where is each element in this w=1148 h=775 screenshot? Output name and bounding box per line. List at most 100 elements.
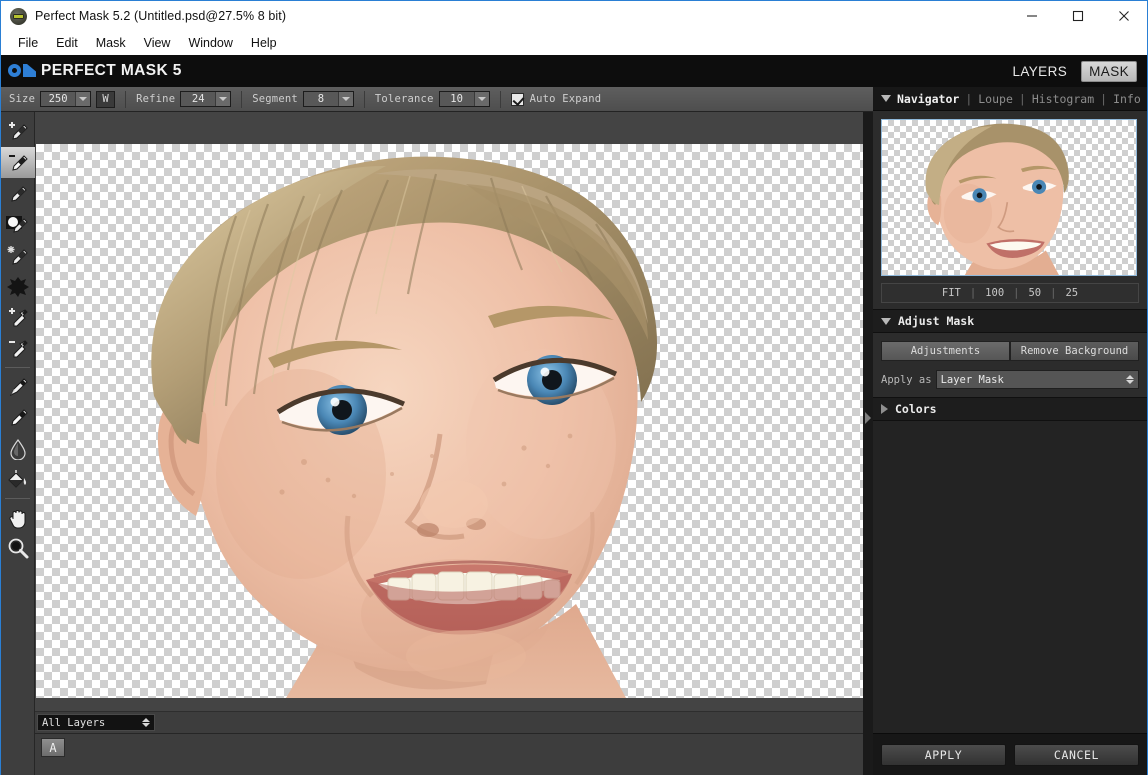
status-bar: A bbox=[35, 734, 870, 775]
canvas-layer-bar: All Layers bbox=[35, 712, 870, 734]
paintbrush-tool-icon[interactable] bbox=[1, 402, 35, 433]
divider: | bbox=[1018, 91, 1026, 106]
tab-histogram[interactable]: Histogram bbox=[1032, 92, 1094, 106]
brush-plus-tool-icon[interactable] bbox=[1, 116, 35, 147]
chevron-down-icon[interactable] bbox=[881, 95, 891, 102]
segment-input[interactable]: 8 bbox=[302, 91, 354, 107]
cancel-button[interactable]: CANCEL bbox=[1014, 743, 1139, 766]
segment-control: Segment 8 bbox=[252, 91, 354, 107]
window-title: Perfect Mask 5.2 (Untitled.psd@27.5% 8 b… bbox=[35, 9, 287, 23]
pen-tool-icon[interactable] bbox=[1, 371, 35, 402]
blur-drop-tool-icon[interactable] bbox=[1, 433, 35, 464]
zoom-50[interactable]: 50 bbox=[1028, 287, 1041, 299]
tab-loupe[interactable]: Loupe bbox=[978, 92, 1013, 106]
adjust-mask-title: Adjust Mask bbox=[898, 314, 975, 328]
chevron-right-icon[interactable] bbox=[881, 404, 888, 414]
layer-scope-value: All Layers bbox=[42, 716, 106, 729]
navigator-panel-header[interactable]: Navigator | Loupe | Histogram | Info bbox=[873, 87, 1147, 111]
tab-mask[interactable]: MASK bbox=[1081, 60, 1137, 82]
colors-header[interactable]: Colors bbox=[873, 397, 1147, 421]
menu-mask[interactable]: Mask bbox=[87, 34, 135, 52]
brush-minus-tool-icon[interactable] bbox=[1, 147, 35, 178]
width-toggle-button[interactable]: W bbox=[96, 90, 116, 108]
refine-input[interactable]: 24 bbox=[180, 91, 232, 107]
apply-as-row: Apply as Layer Mask bbox=[881, 370, 1139, 389]
right-panel: Navigator | Loupe | Histogram | Info FIT… bbox=[873, 87, 1147, 775]
apply-as-label: Apply as bbox=[881, 373, 932, 386]
zoom-tool-icon[interactable] bbox=[1, 533, 35, 564]
brush-tool-icon[interactable] bbox=[1, 178, 35, 209]
menu-window[interactable]: Window bbox=[179, 34, 241, 52]
spinner-icon[interactable] bbox=[1126, 375, 1134, 384]
canvas-area[interactable] bbox=[35, 112, 870, 712]
tolerance-input[interactable]: 10 bbox=[438, 91, 490, 107]
blob-chisel-tool-icon[interactable] bbox=[1, 271, 35, 302]
application-window: Perfect Mask 5.2 (Untitled.psd@27.5% 8 b… bbox=[0, 0, 1148, 775]
refine-control: Refine 24 bbox=[136, 91, 232, 107]
auto-expand-control[interactable]: Auto Expand bbox=[510, 92, 602, 106]
tab-layers[interactable]: LAYERS bbox=[1008, 62, 1071, 81]
segment-dropdown-chevron-down-icon[interactable] bbox=[337, 92, 353, 106]
tolerance-dropdown-chevron-down-icon[interactable] bbox=[473, 92, 489, 106]
spinner-icon[interactable] bbox=[142, 718, 150, 727]
divider bbox=[363, 90, 365, 108]
divider bbox=[5, 498, 30, 499]
collapse-panel-chevron-right-icon[interactable] bbox=[865, 412, 871, 424]
app-icon bbox=[10, 7, 27, 25]
size-input[interactable]: 250 bbox=[40, 91, 92, 107]
tab-navigator[interactable]: Navigator bbox=[897, 92, 959, 106]
tolerance-value: 10 bbox=[439, 92, 474, 106]
zoom-100[interactable]: 100 bbox=[985, 287, 1004, 299]
zoom-presets: FIT | 100 | 50 | 25 bbox=[881, 283, 1139, 303]
auto-expand-checkbox[interactable] bbox=[510, 92, 524, 106]
adjust-mask-body: Adjustments Remove Background Apply as L… bbox=[873, 333, 1147, 397]
refine-dropdown-chevron-down-icon[interactable] bbox=[215, 92, 231, 106]
divider: | bbox=[965, 91, 973, 106]
maximize-icon[interactable] bbox=[1055, 1, 1101, 31]
tolerance-label: Tolerance bbox=[374, 93, 434, 105]
zoom-25[interactable]: 25 bbox=[1065, 287, 1078, 299]
menu-file[interactable]: File bbox=[9, 34, 47, 52]
size-control: Size 250 W bbox=[9, 90, 116, 108]
hand-tool-icon[interactable] bbox=[1, 502, 35, 533]
menu-edit[interactable]: Edit bbox=[47, 34, 87, 52]
auto-expand-label: Auto Expand bbox=[529, 93, 602, 105]
magic-brush-tool-icon[interactable] bbox=[1, 209, 35, 240]
zoom-fit[interactable]: FIT bbox=[942, 287, 961, 299]
tab-info[interactable]: Info bbox=[1113, 92, 1141, 106]
image-canvas[interactable] bbox=[36, 144, 863, 698]
dropper-minus-tool-icon[interactable] bbox=[1, 333, 35, 364]
apply-as-select[interactable]: Layer Mask bbox=[935, 370, 1139, 389]
divider: | bbox=[969, 287, 977, 299]
close-icon[interactable] bbox=[1101, 1, 1147, 31]
divider: | bbox=[1100, 91, 1108, 106]
paint-bucket-tool-icon[interactable] bbox=[1, 464, 35, 495]
chevron-down-icon[interactable] bbox=[881, 317, 891, 325]
apply-as-value: Layer Mask bbox=[940, 373, 1004, 386]
on1-logo-icon bbox=[8, 63, 38, 79]
status-a-button[interactable]: A bbox=[41, 738, 65, 757]
window-controls bbox=[1009, 1, 1147, 31]
adjust-mask-header[interactable]: Adjust Mask bbox=[873, 309, 1147, 333]
size-dropdown-chevron-down-icon[interactable] bbox=[75, 92, 91, 106]
menu-bar: File Edit Mask View Window Help bbox=[1, 31, 1147, 55]
product-name: PERFECT MASK 5 bbox=[41, 62, 182, 79]
refine-value: 24 bbox=[181, 92, 216, 106]
menu-help[interactable]: Help bbox=[242, 34, 286, 52]
panel-footer: APPLY CANCEL bbox=[873, 733, 1147, 775]
layer-scope-select[interactable]: All Layers bbox=[37, 714, 155, 731]
panel-divider[interactable] bbox=[863, 112, 873, 775]
segment-label: Segment bbox=[252, 93, 298, 105]
adjust-mask-tabs: Adjustments Remove Background bbox=[881, 341, 1139, 361]
brand-bar: PERFECT MASK 5 LAYERS MASK bbox=[1, 55, 1147, 87]
menu-view[interactable]: View bbox=[135, 34, 180, 52]
divider bbox=[5, 367, 30, 368]
navigator-thumbnail[interactable] bbox=[881, 119, 1137, 276]
colors-title: Colors bbox=[895, 402, 937, 416]
minimize-icon[interactable] bbox=[1009, 1, 1055, 31]
apply-button[interactable]: APPLY bbox=[881, 743, 1006, 766]
tab-remove-background[interactable]: Remove Background bbox=[1010, 341, 1139, 361]
tab-adjustments[interactable]: Adjustments bbox=[881, 341, 1010, 361]
refine-brush-tool-icon[interactable] bbox=[1, 240, 35, 271]
dropper-plus-tool-icon[interactable] bbox=[1, 302, 35, 333]
